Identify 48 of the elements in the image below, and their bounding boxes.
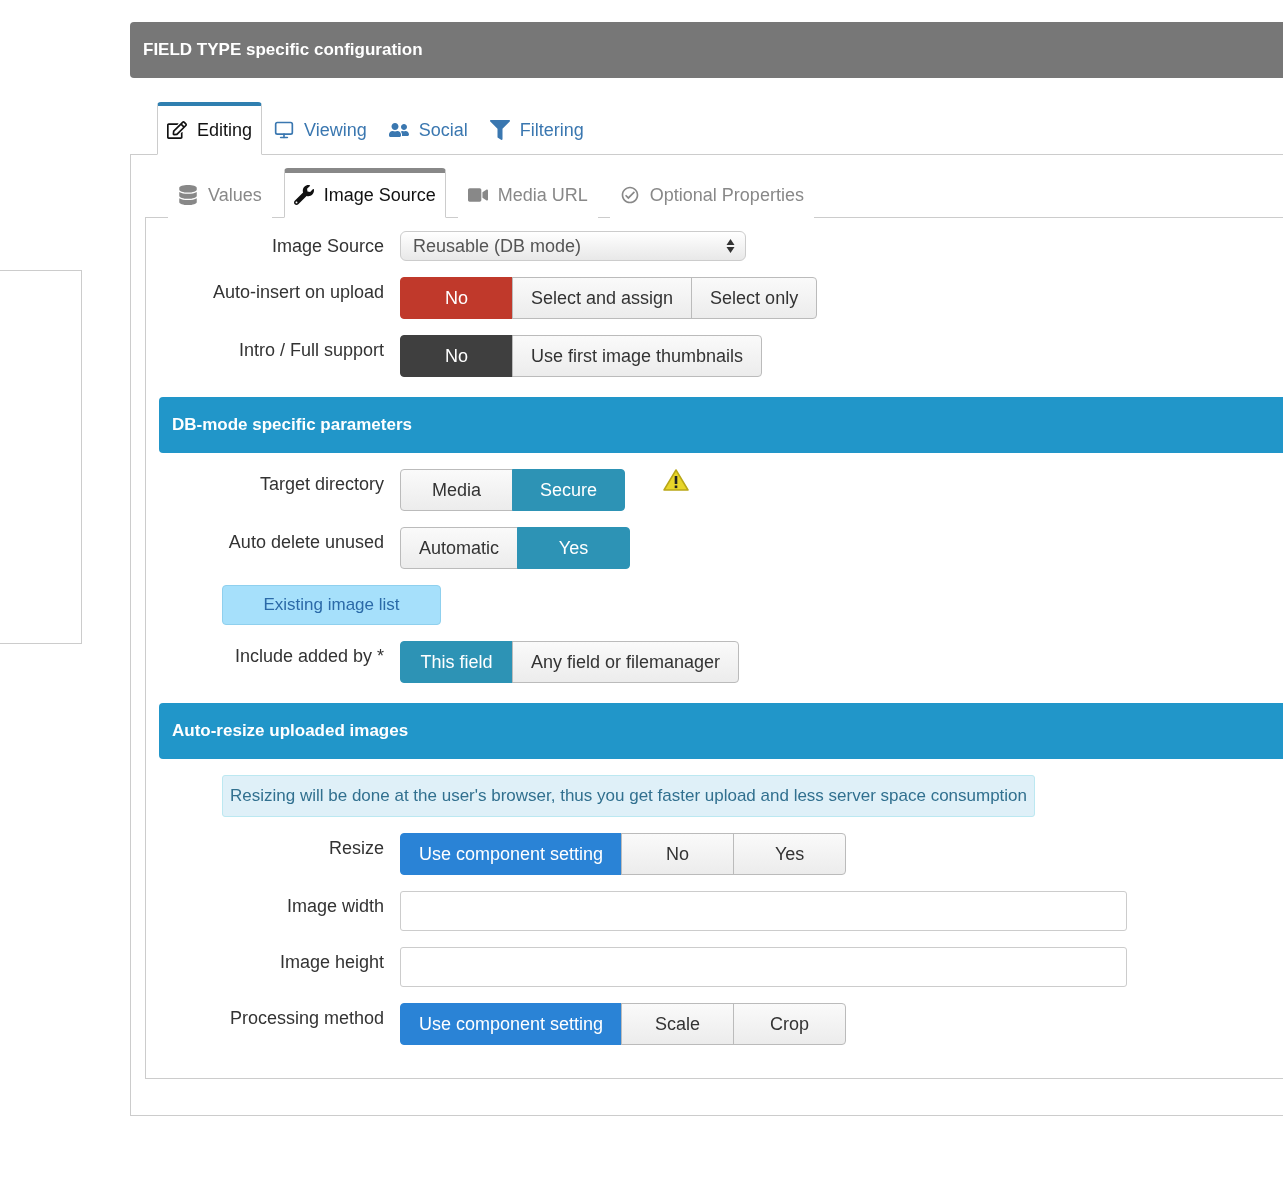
database-icon (178, 185, 198, 205)
tab[interactable]: Filtering (479, 102, 594, 155)
toggle-option[interactable]: Automatic (400, 527, 519, 569)
toggle-option[interactable]: Any field or filemanager (512, 641, 740, 683)
toggle-option[interactable]: Select and assign (512, 277, 693, 319)
field-label: Processing method (228, 1007, 384, 1029)
toggle-option[interactable]: Scale (621, 1003, 735, 1045)
toggle-option[interactable]: No (621, 833, 735, 875)
toggle-option[interactable]: Media (400, 469, 513, 511)
panel-header: FIELD TYPE specific configuration (130, 22, 1283, 78)
field-label: Include added by * (233, 645, 384, 667)
input-field[interactable] (400, 947, 1127, 987)
edit-icon (167, 120, 187, 140)
toggle-option[interactable]: Crop (733, 1003, 847, 1045)
field-label: Target directory (258, 473, 384, 495)
section-heading: Auto-resize uploaded images (159, 703, 1283, 759)
monitor-icon (274, 120, 295, 140)
tab[interactable]: Editing (157, 102, 263, 155)
field-label: Intro / Full support (237, 339, 384, 361)
section-heading: DB-mode specific parameters (159, 397, 1283, 453)
toggle-option[interactable]: Select only (691, 277, 818, 319)
existing-image-list-button[interactable]: Existing image list (222, 585, 441, 625)
field-label: Resize (327, 837, 384, 859)
field-label: Image Source (270, 235, 384, 257)
toggle-option[interactable]: Use first image thumbnails (512, 335, 763, 377)
input-field[interactable] (400, 891, 1127, 931)
toggle-option[interactable]: No (400, 335, 513, 377)
users-icon (388, 120, 409, 140)
select-arrows-icon (726, 238, 735, 254)
info-note: Resizing will be done at the user's browser, thus you get faster upload and less server space consumption (222, 775, 1036, 817)
toggle-option[interactable]: Use component setting (400, 1003, 623, 1045)
filter-icon (489, 120, 510, 140)
tab[interactable]: Viewing (264, 102, 377, 155)
image-source-select[interactable]: Reusable (DB mode) (400, 231, 746, 261)
wrench-icon (293, 185, 314, 205)
field-label: Auto-insert on upload (211, 281, 384, 303)
toggle-option[interactable]: No (400, 277, 513, 319)
field-label: Image height (278, 951, 384, 973)
field-label: Image width (285, 895, 384, 917)
toggle-option[interactable]: Yes (733, 833, 847, 875)
sub-tab[interactable]: Image Source (283, 168, 446, 218)
toggle-option[interactable]: Secure (512, 469, 625, 511)
tab[interactable]: Social (378, 102, 478, 155)
toggle-option[interactable]: Yes (517, 527, 631, 569)
field-label: Auto delete unused (227, 531, 384, 553)
toggle-option[interactable]: This field (400, 641, 513, 683)
toggle-option[interactable]: Use component setting (400, 833, 623, 875)
video-camera-icon (467, 185, 488, 205)
